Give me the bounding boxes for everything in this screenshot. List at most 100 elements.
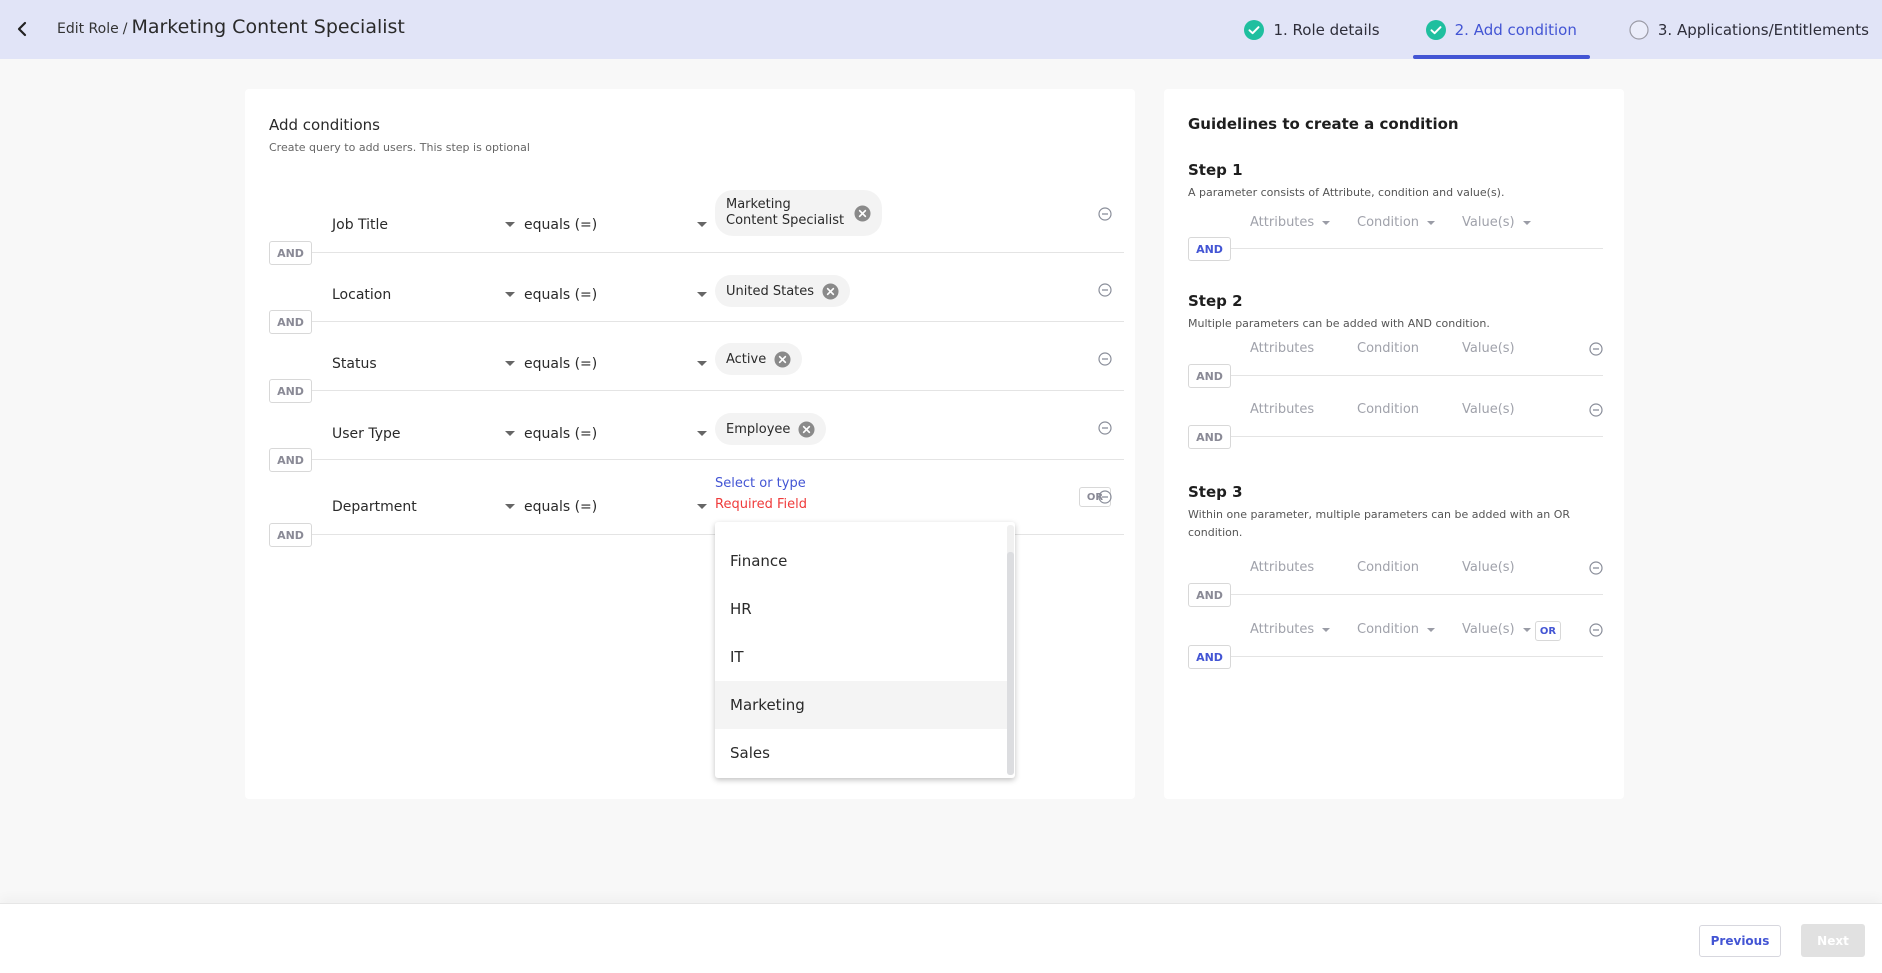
label: Attributes: [1250, 215, 1315, 230]
caret-down-icon: [505, 504, 515, 509]
remove-chip-icon[interactable]: [774, 350, 791, 368]
step-applications-entitlements[interactable]: 3. Applications/Entitlements: [1616, 0, 1882, 59]
row-divider: [1231, 656, 1603, 657]
caret-down-icon: [1522, 220, 1531, 225]
step-label: 2. Add condition: [1454, 20, 1577, 39]
caret-down-icon: [505, 431, 515, 436]
step-3-title: Step 3: [1188, 483, 1243, 501]
dropdown-scrollbar-thumb[interactable]: [1007, 552, 1014, 775]
attribute-value: Job Title: [332, 217, 389, 233]
remove-chip-icon[interactable]: [822, 282, 839, 300]
example-and-badge: AND: [1188, 645, 1231, 669]
chip-label: Marketing Content Specialist: [726, 197, 845, 228]
dropdown-option-it[interactable]: IT: [715, 633, 1007, 681]
example-row: Attributes Condition Value(s) OR AND: [1188, 621, 1603, 669]
example-attributes: Attributes: [1250, 402, 1315, 417]
value-chip[interactable]: United States: [715, 275, 851, 307]
minus-circle-icon: [1589, 342, 1603, 356]
caret-down-icon: [697, 504, 707, 509]
remove-row-icon[interactable]: [1098, 352, 1112, 366]
row-divider: [312, 459, 1124, 460]
required-field-error: Required Field: [715, 497, 807, 512]
attribute-value: User Type: [332, 426, 401, 442]
dropdown-option-sales[interactable]: Sales: [715, 729, 1007, 777]
label: Value(s): [1462, 622, 1515, 637]
example-values: Value(s): [1462, 560, 1515, 575]
example-and-badge: AND: [1188, 583, 1231, 607]
previous-button[interactable]: Previous: [1699, 925, 1781, 957]
example-and-badge: AND: [1188, 425, 1231, 449]
row-divider: [1231, 248, 1603, 249]
breadcrumb-parent[interactable]: Edit Role: [57, 21, 119, 37]
attribute-select[interactable]: Job Title: [332, 213, 515, 237]
value-chip[interactable]: Active: [715, 343, 803, 375]
condition-select[interactable]: equals (=): [524, 495, 707, 519]
next-button: Next: [1801, 924, 1865, 957]
remove-chip-icon[interactable]: [798, 420, 815, 438]
row-divider: [312, 321, 1124, 322]
example-row: Attributes Condition Value(s) AND: [1188, 560, 1603, 607]
step-2-title: Step 2: [1188, 292, 1243, 310]
step-role-details[interactable]: 1. Role details: [1231, 0, 1392, 59]
example-condition: Condition: [1357, 560, 1420, 575]
back-arrow-icon[interactable]: [10, 17, 34, 41]
label: Condition: [1357, 215, 1420, 230]
remove-row-icon[interactable]: [1098, 490, 1112, 504]
and-connector-button[interactable]: AND: [269, 523, 312, 547]
condition-select[interactable]: equals (=): [524, 352, 707, 376]
example-row: Attributes Condition Value(s) AND: [1188, 341, 1603, 388]
condition-select[interactable]: equals (=): [524, 283, 707, 307]
example-values: Value(s): [1462, 341, 1515, 356]
remove-row-icon[interactable]: [1098, 421, 1112, 435]
example-values: Value(s): [1462, 622, 1531, 637]
attribute-select[interactable]: Location: [332, 283, 515, 307]
check-circle-icon: [1244, 19, 1265, 40]
row-divider: [1231, 594, 1603, 595]
label: Condition: [1357, 622, 1420, 637]
condition-select[interactable]: equals (=): [524, 422, 707, 446]
check-circle-icon: [1425, 19, 1446, 40]
caret-down-icon: [1322, 220, 1331, 225]
example-condition: Condition: [1357, 622, 1436, 637]
caret-down-icon: [505, 361, 515, 366]
condition-select[interactable]: equals (=): [524, 213, 707, 237]
example-row: Attributes Condition Value(s) AND: [1188, 215, 1603, 261]
condition-row: Status equals (=) Active AND: [269, 328, 1124, 403]
step-label: 1. Role details: [1273, 20, 1380, 39]
caret-down-icon: [1322, 627, 1331, 632]
attribute-value: Location: [332, 287, 392, 303]
breadcrumb: Edit Role / Marketing Content Specialist: [57, 16, 405, 38]
section-title: Add conditions: [269, 116, 380, 134]
example-attributes: Attributes: [1250, 622, 1331, 637]
remove-row-icon[interactable]: [1098, 283, 1112, 297]
step-label: 3. Applications/Entitlements: [1657, 20, 1869, 39]
value-chip[interactable]: Marketing Content Specialist: [715, 190, 882, 236]
example-attributes: Attributes: [1250, 215, 1331, 230]
remove-chip-icon[interactable]: [854, 204, 871, 222]
row-divider: [312, 252, 1124, 253]
example-attributes: Attributes: [1250, 341, 1315, 356]
dropdown-option-finance[interactable]: Finance: [715, 537, 1007, 585]
example-condition: Condition: [1357, 215, 1436, 230]
dropdown-option-marketing[interactable]: Marketing: [715, 681, 1007, 729]
dropdown-option-hr[interactable]: HR: [715, 585, 1007, 633]
empty-circle-icon: [1629, 19, 1649, 40]
value-search-input[interactable]: Select or type: [715, 476, 806, 491]
example-row: Attributes Condition Value(s) AND: [1188, 402, 1603, 449]
value-chip[interactable]: Employee: [715, 413, 827, 445]
caret-down-icon: [697, 222, 707, 227]
step-1-description: A parameter consists of Attribute, condi…: [1188, 186, 1505, 199]
chip-label: Employee: [726, 421, 791, 437]
guidelines-panel: Guidelines to create a condition Step 1 …: [1164, 89, 1624, 799]
step-add-condition[interactable]: 2. Add condition: [1412, 0, 1591, 59]
caret-down-icon: [505, 222, 515, 227]
chip-label: United States: [726, 283, 815, 299]
attribute-select[interactable]: Status: [332, 352, 515, 376]
label: Value(s): [1462, 215, 1515, 230]
guidelines-title: Guidelines to create a condition: [1188, 115, 1459, 133]
attribute-select[interactable]: Department: [332, 495, 515, 519]
row-divider: [1231, 436, 1603, 437]
caret-down-icon: [1522, 627, 1531, 632]
remove-row-icon[interactable]: [1098, 207, 1112, 221]
attribute-select[interactable]: User Type: [332, 422, 515, 446]
